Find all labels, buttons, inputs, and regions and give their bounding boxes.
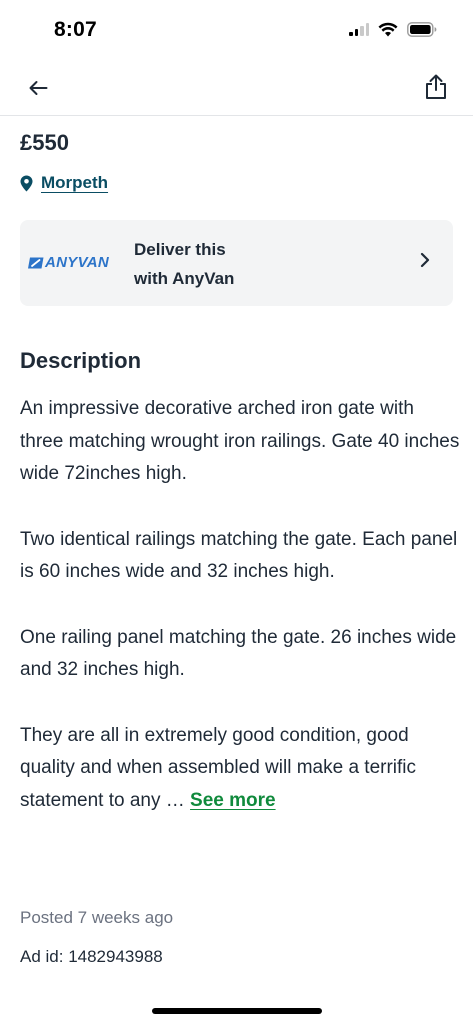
status-bar: 8:07 xyxy=(0,0,473,60)
chevron-right-icon xyxy=(420,252,430,268)
battery-icon xyxy=(407,22,437,37)
anyvan-van-icon xyxy=(28,257,44,268)
location-text: Morpeth xyxy=(41,173,109,192)
anyvan-line-1: Deliver this xyxy=(134,240,226,259)
location-link[interactable]: Morpeth xyxy=(20,173,108,193)
description-paragraph: One railing panel matching the gate. 26 … xyxy=(20,626,457,681)
listing-price: £550 xyxy=(20,130,69,155)
back-button[interactable] xyxy=(24,74,52,102)
description-body: An impressive decorative arched iron gat… xyxy=(20,393,460,817)
see-more-link[interactable]: See more xyxy=(190,790,276,811)
ad-id: Ad id: 1482943988 xyxy=(20,947,163,966)
description-paragraph-last: They are all in extremely good condition… xyxy=(20,720,460,818)
cellular-signal-icon xyxy=(349,23,369,36)
location-pin-icon xyxy=(20,175,33,191)
nav-bar xyxy=(0,60,473,116)
share-icon xyxy=(426,74,446,99)
anyvan-line-2: with AnyVan xyxy=(134,269,235,288)
home-indicator[interactable] xyxy=(152,1008,322,1014)
description-paragraph: An impressive decorative arched iron gat… xyxy=(20,398,460,484)
anyvan-logo: ANYVAN xyxy=(28,254,109,271)
arrow-left-icon xyxy=(29,81,48,95)
anyvan-delivery-card[interactable]: ANYVAN Deliver this with AnyVan xyxy=(20,220,453,306)
description-paragraph: Two identical railings matching the gate… xyxy=(20,528,458,583)
status-time: 8:07 xyxy=(54,18,97,41)
description-heading: Description xyxy=(20,348,142,373)
wifi-icon xyxy=(378,22,398,37)
share-button[interactable] xyxy=(421,71,451,103)
status-icons xyxy=(349,22,437,37)
anyvan-logo-text: ANYVAN xyxy=(45,254,110,271)
posted-date: Posted 7 weeks ago xyxy=(20,908,174,927)
anyvan-text: Deliver this with AnyVan xyxy=(134,235,234,293)
